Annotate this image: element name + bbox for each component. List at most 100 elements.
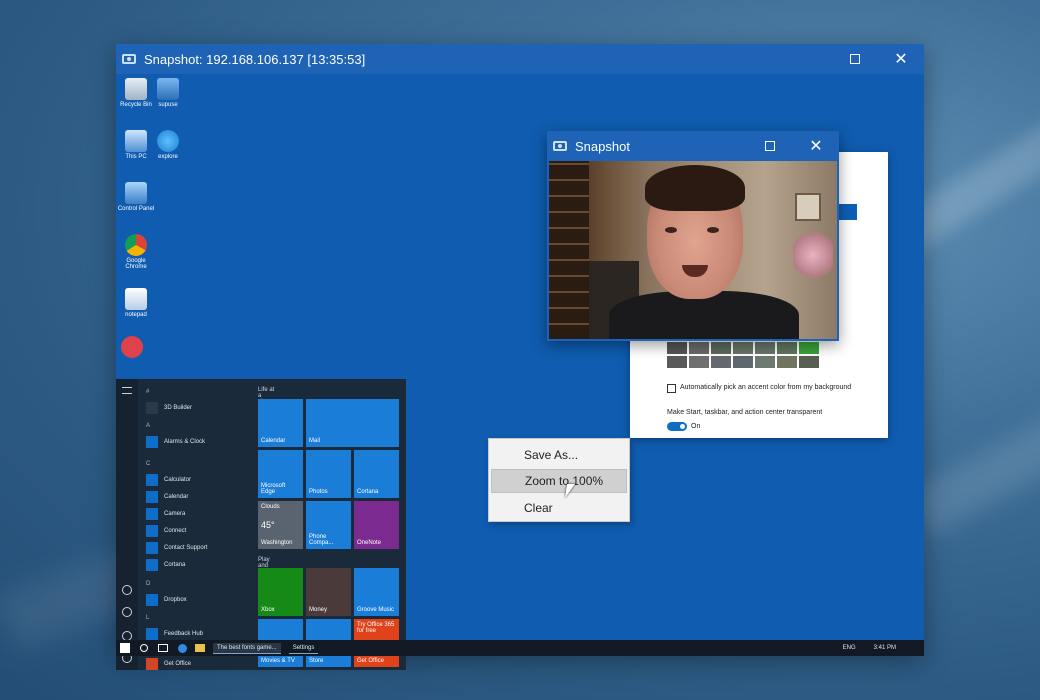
app-item[interactable]: Camera	[146, 507, 185, 521]
alarm-clock-icon	[146, 436, 158, 448]
color-swatch[interactable]	[733, 342, 753, 354]
color-swatch[interactable]	[755, 342, 775, 354]
main-titlebar[interactable]: Snapshot: 192.168.106.137 [13:35:53] ✕	[116, 44, 924, 74]
calculator-icon	[146, 474, 158, 486]
start-menu: # 3D Builder A Alarms & Clock C Calculat…	[116, 379, 406, 670]
accent-checkbox-label: Automatically pick an accent color from …	[680, 384, 852, 391]
start-rail	[116, 379, 138, 670]
app-item[interactable]: Calculator	[146, 473, 191, 487]
desktop-icon-control-panel[interactable]: Control Panel	[116, 182, 156, 212]
letter-header[interactable]: A	[146, 423, 150, 429]
feedback-icon	[146, 628, 158, 640]
clock[interactable]: 3:41 PM	[874, 645, 896, 651]
color-swatch[interactable]	[799, 356, 819, 368]
remote-taskbar: The best fonts game... Settings ENG 3:41…	[116, 640, 924, 656]
chrome-icon	[125, 234, 147, 256]
color-swatch[interactable]	[667, 356, 687, 368]
desktop-icon-explore[interactable]: explore	[148, 130, 188, 160]
tile-mail[interactable]: Mail	[306, 399, 399, 447]
tile-groove-music[interactable]: Groove Music	[354, 568, 399, 616]
app-item[interactable]: Cortana	[146, 558, 185, 572]
edge-icon[interactable]	[178, 643, 187, 653]
menu-item-save-as[interactable]: Save As...	[491, 443, 627, 467]
camera-icon	[553, 141, 567, 151]
accent-checkbox[interactable]	[667, 384, 676, 393]
app-3d-builder-icon	[146, 402, 158, 414]
close-icon: ✕	[894, 51, 908, 68]
close-button[interactable]: ✕	[793, 131, 839, 161]
tile-xbox[interactable]: Xbox	[258, 568, 303, 616]
desktop-icon-notepad[interactable]: notepad	[116, 288, 156, 318]
color-swatch[interactable]	[799, 342, 819, 354]
dropbox-icon	[146, 594, 158, 606]
maximize-button[interactable]	[747, 131, 793, 161]
context-menu: Save As... Zoom to 100% Clear	[488, 438, 630, 522]
close-button[interactable]: ✕	[878, 44, 924, 74]
tile-onenote[interactable]: OneNote	[354, 501, 399, 549]
letter-header[interactable]: C	[146, 461, 150, 467]
app-item[interactable]: Feedback Hub	[146, 627, 203, 641]
tile-money[interactable]: Money	[306, 568, 351, 616]
internet-explorer-icon	[157, 130, 179, 152]
tile-calendar[interactable]: Calendar	[258, 399, 303, 447]
tile-cortana[interactable]: Cortana	[354, 450, 399, 498]
color-swatch[interactable]	[689, 342, 709, 354]
windows-start-icon[interactable]	[120, 643, 130, 653]
transparency-toggle[interactable]	[667, 422, 687, 431]
app-item[interactable]: Calendar	[146, 490, 188, 504]
letter-header[interactable]: D	[146, 581, 150, 587]
lamp	[793, 227, 833, 283]
app-item[interactable]: Contact Support	[146, 541, 207, 555]
tile-weather[interactable]: Clouds 45° Washington	[258, 501, 303, 549]
snapshot-window: Snapshot ✕	[547, 131, 839, 341]
camera-app-icon	[146, 508, 158, 520]
support-icon	[146, 542, 158, 554]
control-panel-icon	[125, 182, 147, 204]
tile-photos[interactable]: Photos	[306, 450, 351, 498]
desktop-icon-chrome[interactable]: Google Chrome	[116, 234, 156, 270]
app-item[interactable]: 3D Builder	[146, 401, 192, 415]
calendar-icon	[146, 491, 158, 503]
bookshelf	[549, 161, 589, 339]
app-item[interactable]: Get Office	[146, 657, 191, 671]
color-swatch[interactable]	[711, 356, 731, 368]
letter-header[interactable]: L	[146, 615, 149, 621]
toggle-state-label: On	[691, 423, 701, 430]
maximize-icon	[850, 54, 860, 64]
snapshot-titlebar[interactable]: Snapshot ✕	[547, 131, 839, 161]
app-item[interactable]: Dropbox	[146, 593, 187, 607]
taskbar-item[interactable]: The best fonts game...	[213, 642, 281, 654]
tile-edge[interactable]: Microsoft Edge	[258, 450, 303, 498]
menu-item-clear[interactable]: Clear	[491, 496, 627, 520]
menu-item-zoom-100[interactable]: Zoom to 100%	[491, 469, 627, 493]
network-icon	[157, 78, 179, 100]
color-swatch[interactable]	[733, 356, 753, 368]
main-window-title: Snapshot: 192.168.106.137 [13:35:53]	[144, 51, 366, 67]
color-swatch[interactable]	[711, 342, 731, 354]
documents-icon[interactable]	[122, 607, 132, 617]
user-icon[interactable]	[122, 585, 132, 595]
color-swatch[interactable]	[667, 342, 687, 354]
maximize-button[interactable]	[832, 44, 878, 74]
color-swatch[interactable]	[689, 356, 709, 368]
color-swatch[interactable]	[777, 356, 797, 368]
desktop-icon-partial[interactable]	[120, 336, 144, 360]
right-eye	[707, 227, 719, 233]
letter-header[interactable]: #	[146, 389, 149, 395]
taskbar-item[interactable]: Settings	[288, 643, 319, 654]
transparency-label: Make Start, taskbar, and action center t…	[667, 409, 823, 416]
hamburger-icon[interactable]	[122, 387, 132, 394]
app-item[interactable]: Connect	[146, 524, 186, 538]
snapshot-window-title: Snapshot	[575, 138, 630, 154]
color-swatch[interactable]	[777, 342, 797, 354]
color-swatch[interactable]	[755, 356, 775, 368]
app-item[interactable]: Alarms & Clock	[146, 435, 205, 449]
search-icon[interactable]	[140, 644, 148, 652]
computer-icon	[125, 130, 147, 152]
tile-phone-companion[interactable]: Phone Compa...	[306, 501, 351, 549]
task-view-icon[interactable]	[158, 644, 168, 652]
webcam-photo[interactable]	[549, 161, 837, 339]
file-explorer-icon[interactable]	[195, 644, 205, 652]
desktop-icon-supuse[interactable]: supuse	[148, 78, 188, 108]
language-indicator[interactable]: ENG	[843, 645, 856, 651]
